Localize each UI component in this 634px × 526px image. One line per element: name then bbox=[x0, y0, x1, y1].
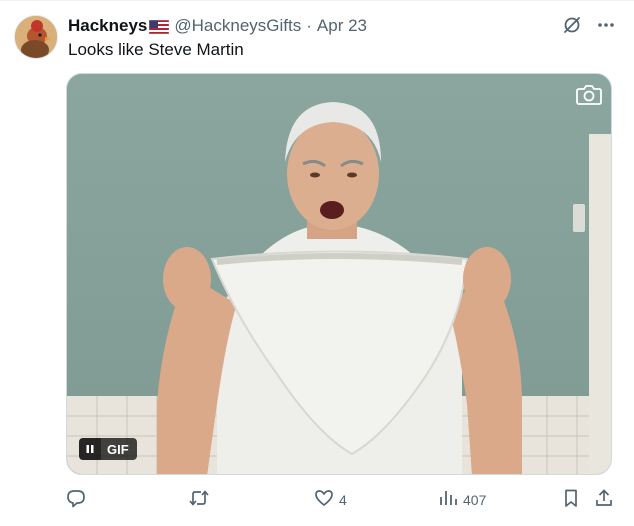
heart-icon bbox=[314, 488, 334, 511]
bar-chart-icon bbox=[438, 488, 458, 511]
avatar[interactable] bbox=[14, 15, 58, 59]
separator-dot: · bbox=[306, 16, 312, 35]
bookmark-icon bbox=[561, 488, 581, 511]
bookmark-button[interactable] bbox=[561, 488, 581, 511]
share-button[interactable] bbox=[594, 488, 614, 511]
action-bar: 4 407 bbox=[66, 488, 614, 512]
camera-icon[interactable] bbox=[575, 82, 603, 106]
more-dots-icon[interactable] bbox=[596, 15, 616, 35]
gif-badge: GIF bbox=[107, 441, 129, 457]
like-button[interactable]: 4 bbox=[314, 488, 347, 511]
post-date[interactable]: Apr 23 bbox=[317, 16, 367, 36]
tweet-text: Looks like Steve Martin bbox=[68, 40, 244, 59]
pause-icon[interactable] bbox=[79, 438, 101, 460]
retweet-icon bbox=[188, 488, 210, 511]
reply-icon bbox=[66, 488, 86, 511]
like-count: 4 bbox=[339, 491, 347, 508]
retweet-button[interactable] bbox=[188, 488, 210, 511]
us-flag-icon bbox=[149, 19, 170, 35]
user-handle[interactable]: @HackneysGifts bbox=[174, 16, 301, 36]
header-actions bbox=[562, 15, 616, 35]
avatar-image bbox=[15, 16, 57, 58]
reply-button[interactable] bbox=[66, 488, 86, 511]
share-icon bbox=[594, 488, 614, 511]
tweet-card[interactable]: Hackneys @HackneysGifts · Apr 23 Looks l… bbox=[0, 0, 634, 526]
views-button[interactable]: 407 bbox=[438, 488, 486, 511]
tweet-header: Hackneys @HackneysGifts · Apr 23 bbox=[68, 15, 367, 37]
gif-frame bbox=[67, 74, 611, 474]
gif-controls[interactable]: GIF bbox=[79, 438, 137, 460]
display-name[interactable]: Hackneys bbox=[68, 16, 147, 36]
views-count: 407 bbox=[463, 491, 487, 508]
gif-media[interactable]: GIF bbox=[66, 73, 612, 475]
grok-slash-icon[interactable] bbox=[562, 15, 582, 35]
